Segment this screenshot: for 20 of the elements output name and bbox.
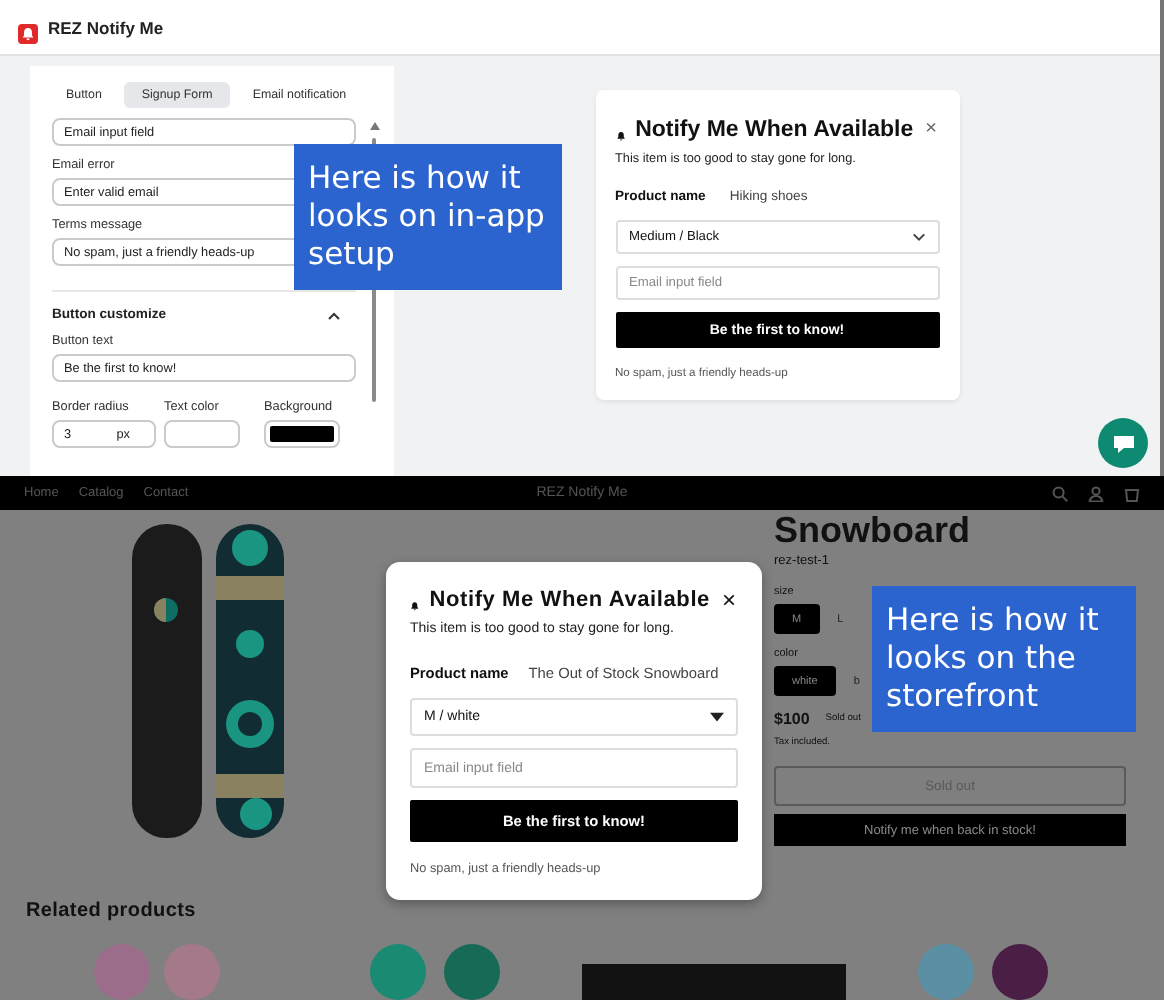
color-swatch[interactable] [264,420,340,448]
cart-icon[interactable] [1124,485,1140,501]
close-button[interactable]: × [923,120,939,140]
search-icon[interactable] [1052,485,1068,501]
modal-title: Notify Me When Available [429,588,710,612]
color-swatch[interactable] [164,420,240,448]
section-heading: Related products [26,900,196,922]
callout-tooltip: Here is how it looks on in-app setup [294,144,562,290]
account-icon[interactable] [1088,485,1104,501]
chat-button[interactable] [1098,418,1148,468]
scroll-up-arrow-icon[interactable] [369,122,379,130]
app-title: REZ Notify Me [48,17,164,37]
caret-icon [911,232,925,242]
product-title: Snowboard [774,510,972,550]
caret-icon [710,712,724,722]
close-button[interactable]: × [719,588,738,612]
chat-icon [1111,433,1135,453]
modal-title: Notify Me When Available [635,118,914,142]
callout-tooltip: Here is how it looks on the storefront [872,586,1136,732]
product-price: $100 [774,710,810,728]
